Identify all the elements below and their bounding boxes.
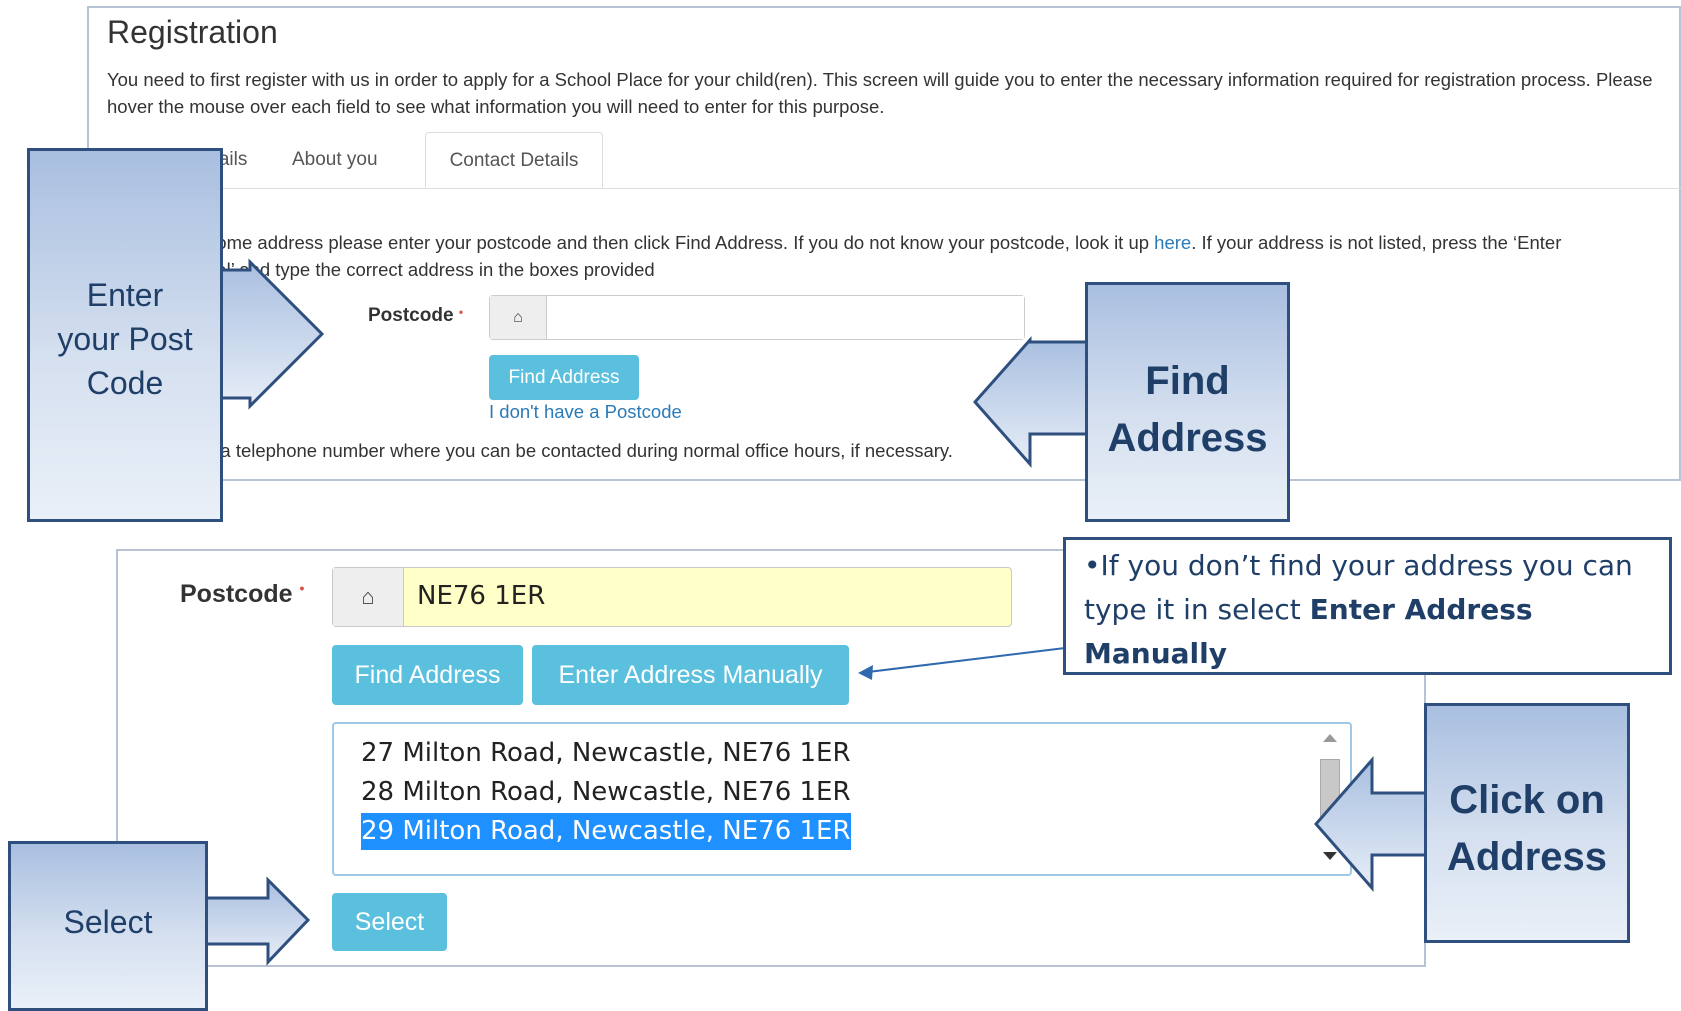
callout-line: Address xyxy=(1107,416,1268,460)
callout-line: Address xyxy=(1446,835,1608,879)
callout-click-address: Click on Address xyxy=(1424,703,1630,943)
callout-line: Click on xyxy=(1449,778,1605,822)
note-pointer-head xyxy=(858,665,873,680)
find-callout-arrow xyxy=(972,336,1090,468)
callout-manual-note: •If you don’t find your address you can … xyxy=(1063,537,1672,675)
click-callout-arrow xyxy=(1314,756,1429,892)
callout-line: Find xyxy=(1145,359,1230,403)
callout-enter-postcode: Enter your Post Code xyxy=(27,148,223,522)
note-pointer-line xyxy=(867,647,1066,673)
postcode-callout-arrow xyxy=(218,258,325,410)
callout-find-address: Find Address xyxy=(1085,282,1290,522)
callout-line: Select xyxy=(63,904,153,940)
callout-line: Enter xyxy=(86,277,164,313)
callout-line: your Post xyxy=(57,321,193,357)
callout-line: Code xyxy=(86,365,164,401)
callout-select: Select xyxy=(8,841,208,1011)
select-callout-arrow xyxy=(203,876,311,966)
